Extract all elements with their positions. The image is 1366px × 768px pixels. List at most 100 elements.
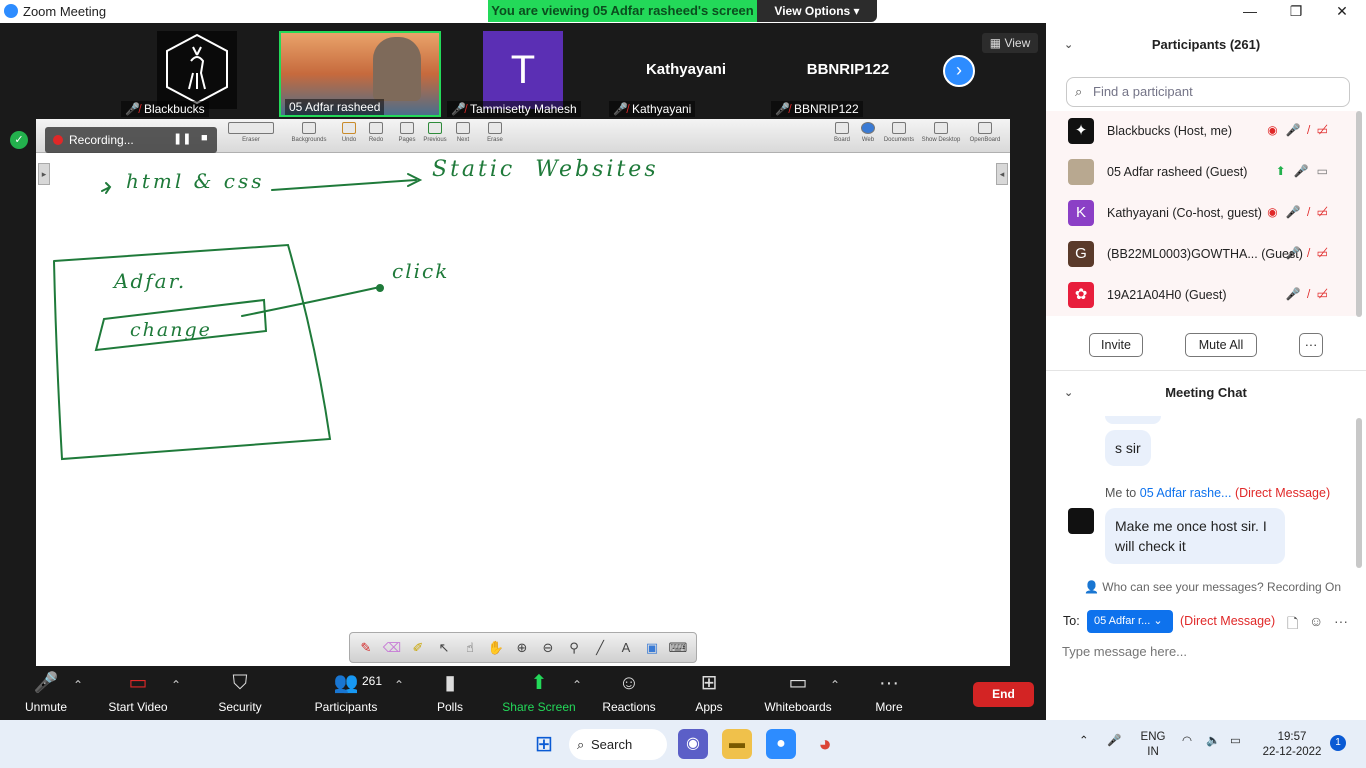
video-tile-bbnrip122[interactable]: BBNRIP122 🎤̸ BBNRIP122 xyxy=(767,31,929,117)
tile-display-name: Kathyayani xyxy=(645,61,727,78)
zoom-in-icon[interactable]: ⊕ xyxy=(512,638,532,658)
minimize-button[interactable]: — xyxy=(1227,0,1273,23)
view-options-button[interactable]: View Options ▾ xyxy=(757,0,877,22)
redo-tool[interactable]: Redo xyxy=(363,122,389,143)
whiteboard-options-caret[interactable]: ⌃ xyxy=(830,678,840,692)
next-page-button[interactable]: › xyxy=(943,55,975,87)
teams-chat-icon[interactable]: ◉ xyxy=(678,729,708,759)
start-icon[interactable]: ⊞ xyxy=(529,729,559,759)
volume-icon[interactable]: 🔈 xyxy=(1206,734,1220,749)
zoom-taskbar-icon[interactable]: ● xyxy=(766,729,796,759)
battery-icon[interactable]: ▭ xyxy=(1230,734,1241,749)
previous-tool[interactable]: Previous xyxy=(422,122,448,143)
apps-button[interactable]: ⊞ Apps xyxy=(690,668,728,720)
participants-options-caret[interactable]: ⌃ xyxy=(394,678,404,692)
capture-icon[interactable]: ▣ xyxy=(642,638,662,658)
more-button[interactable]: ··· More xyxy=(870,668,908,720)
audio-options-caret[interactable]: ⌃ xyxy=(73,678,83,692)
chat-more-icon[interactable]: ··· xyxy=(1334,613,1348,629)
security-button[interactable]: ⛉ Security xyxy=(214,668,266,720)
invite-button[interactable]: Invite xyxy=(1089,333,1143,357)
keyboard-icon[interactable]: ⌨ xyxy=(668,638,688,658)
ink-arrow-line xyxy=(271,179,417,191)
chrome-icon[interactable]: ◕ xyxy=(810,729,840,759)
share-screen-button[interactable]: ⬆ Share Screen xyxy=(502,668,576,720)
chat-scrollbar[interactable] xyxy=(1356,418,1362,568)
ink-box xyxy=(53,243,332,461)
hand-pointer-icon[interactable]: ☝ xyxy=(460,638,480,658)
reactions-button[interactable]: ☺ Reactions xyxy=(600,668,658,720)
clock[interactable]: 19:57 22-12-2022 xyxy=(1258,730,1326,760)
participants-scrollbar[interactable] xyxy=(1356,111,1362,317)
eraser-icon[interactable]: ⌫ xyxy=(382,638,402,658)
collapse-chat-icon[interactable]: ⌄ xyxy=(1064,373,1073,413)
undo-tool[interactable]: Undo xyxy=(336,122,362,143)
hand-grab-icon[interactable]: ✋ xyxy=(486,638,506,658)
wifi-icon[interactable]: ◠ xyxy=(1182,734,1192,749)
file-icon[interactable]: 🗋 xyxy=(1287,613,1298,637)
mute-all-button[interactable]: Mute All xyxy=(1185,333,1257,357)
participant-row[interactable]: ✿ 19A21A04H0 (Guest) 🎤̸▭̸ xyxy=(1046,275,1358,316)
participants-more-button[interactable]: ··· xyxy=(1299,333,1323,357)
video-tile-tammisetty[interactable]: T 🎤̸ Tammisetty Mahesh xyxy=(443,31,605,117)
documents-tool[interactable]: Documents xyxy=(882,122,916,143)
highlighter-icon[interactable]: ✐ xyxy=(408,638,428,658)
participant-row[interactable]: ✦ Blackbucks (Host, me) ◉🎤̸▭̸ xyxy=(1046,111,1358,152)
show-desktop-tool[interactable]: Show Desktop xyxy=(919,122,963,143)
participant-status-icons: ⬆🎤▭ xyxy=(1275,164,1336,178)
pause-recording-button[interactable]: ❚❚ xyxy=(173,132,191,145)
participant-row[interactable]: 05 Adfar rasheed (Guest) ⬆🎤▭ xyxy=(1046,152,1358,193)
line-icon[interactable]: ╱ xyxy=(590,638,610,658)
pages-tool[interactable]: Pages xyxy=(394,122,420,143)
polls-button[interactable]: ▮ Polls xyxy=(430,668,470,720)
chat-message-input[interactable] xyxy=(1062,640,1352,662)
web-tool[interactable]: Web xyxy=(856,122,880,143)
video-tile-kathyayani[interactable]: Kathyayani 🎤̸ Kathyayani xyxy=(605,31,767,117)
ink-text-change: change xyxy=(130,319,212,341)
who-can-see-link[interactable]: 👤 Who can see your messages? Recording O… xyxy=(1084,580,1341,594)
start-video-button[interactable]: ▭ Start Video xyxy=(104,668,172,720)
participant-avatar: G xyxy=(1068,241,1094,267)
whiteboards-button[interactable]: ▭ Whiteboards xyxy=(762,668,834,720)
text-icon[interactable]: A xyxy=(616,638,636,658)
video-tile-blackbucks[interactable]: 🎤̸ Blackbucks xyxy=(117,31,275,117)
participant-row[interactable]: G (BB22ML0003)GOWTHA... (Guest) 🎤̸▭̸ xyxy=(1046,234,1358,275)
end-meeting-button[interactable]: End xyxy=(973,682,1034,707)
file-explorer-icon[interactable]: ▬ xyxy=(722,729,752,759)
microphone-tray-icon[interactable]: 🎤 xyxy=(1107,734,1121,749)
restore-button[interactable]: ❐ xyxy=(1273,0,1319,23)
mic-muted-icon: 🎤̸ xyxy=(613,102,628,116)
stop-recording-button[interactable]: ■ xyxy=(201,132,208,144)
chat-message-meta: Me to 05 Adfar rashe... (Direct Message) xyxy=(1105,486,1331,500)
participant-count: 261 xyxy=(362,674,383,688)
board-tool[interactable]: Board xyxy=(830,122,854,143)
openboard-tool[interactable]: OpenBoard xyxy=(966,122,1004,143)
recipient-dropdown[interactable]: 05 Adfar r... ⌄ xyxy=(1087,610,1173,633)
video-options-caret[interactable]: ⌃ xyxy=(171,678,181,692)
participant-row[interactable]: K Kathyayani (Co-host, guest) ◉🎤̸▭̸ xyxy=(1046,193,1358,234)
whiteboard-icon: ▭ xyxy=(788,672,808,694)
share-options-caret[interactable]: ⌃ xyxy=(572,678,582,692)
view-button[interactable]: ▦ View xyxy=(982,33,1038,53)
zoom-out-icon[interactable]: ⊖ xyxy=(538,638,558,658)
show-hidden-icons[interactable]: ⌃ xyxy=(1079,734,1089,749)
taskbar-search[interactable]: ⌕ Search xyxy=(569,729,667,760)
pointer-icon[interactable]: ↖ xyxy=(434,638,454,658)
laser-icon[interactable]: ⚲ xyxy=(564,638,584,658)
security-shield-icon[interactable]: ✓ xyxy=(10,131,28,149)
unmute-button[interactable]: 🎤 Unmute xyxy=(18,668,74,720)
erase-tool[interactable]: Erase xyxy=(482,122,508,143)
eraser-size-tool[interactable]: Eraser xyxy=(226,122,276,143)
ink-dot xyxy=(376,284,384,292)
video-tile-adfar[interactable]: 05 Adfar rasheed xyxy=(279,31,441,117)
next-tool[interactable]: Next xyxy=(450,122,476,143)
recipient-link[interactable]: 05 Adfar rashe... xyxy=(1140,486,1232,500)
pen-red-icon[interactable]: ✎ xyxy=(356,638,376,658)
emoji-icon[interactable]: ☺ xyxy=(1309,613,1323,629)
participant-search-input[interactable]: ⌕ Find a participant xyxy=(1066,77,1350,107)
close-button[interactable]: ✕ xyxy=(1319,0,1365,23)
collapse-participants-icon[interactable]: ⌄ xyxy=(1064,25,1073,65)
language-indicator[interactable]: ENG IN xyxy=(1136,730,1170,760)
backgrounds-tool[interactable]: Backgrounds xyxy=(289,122,329,143)
notification-badge[interactable]: 1 xyxy=(1330,735,1346,751)
